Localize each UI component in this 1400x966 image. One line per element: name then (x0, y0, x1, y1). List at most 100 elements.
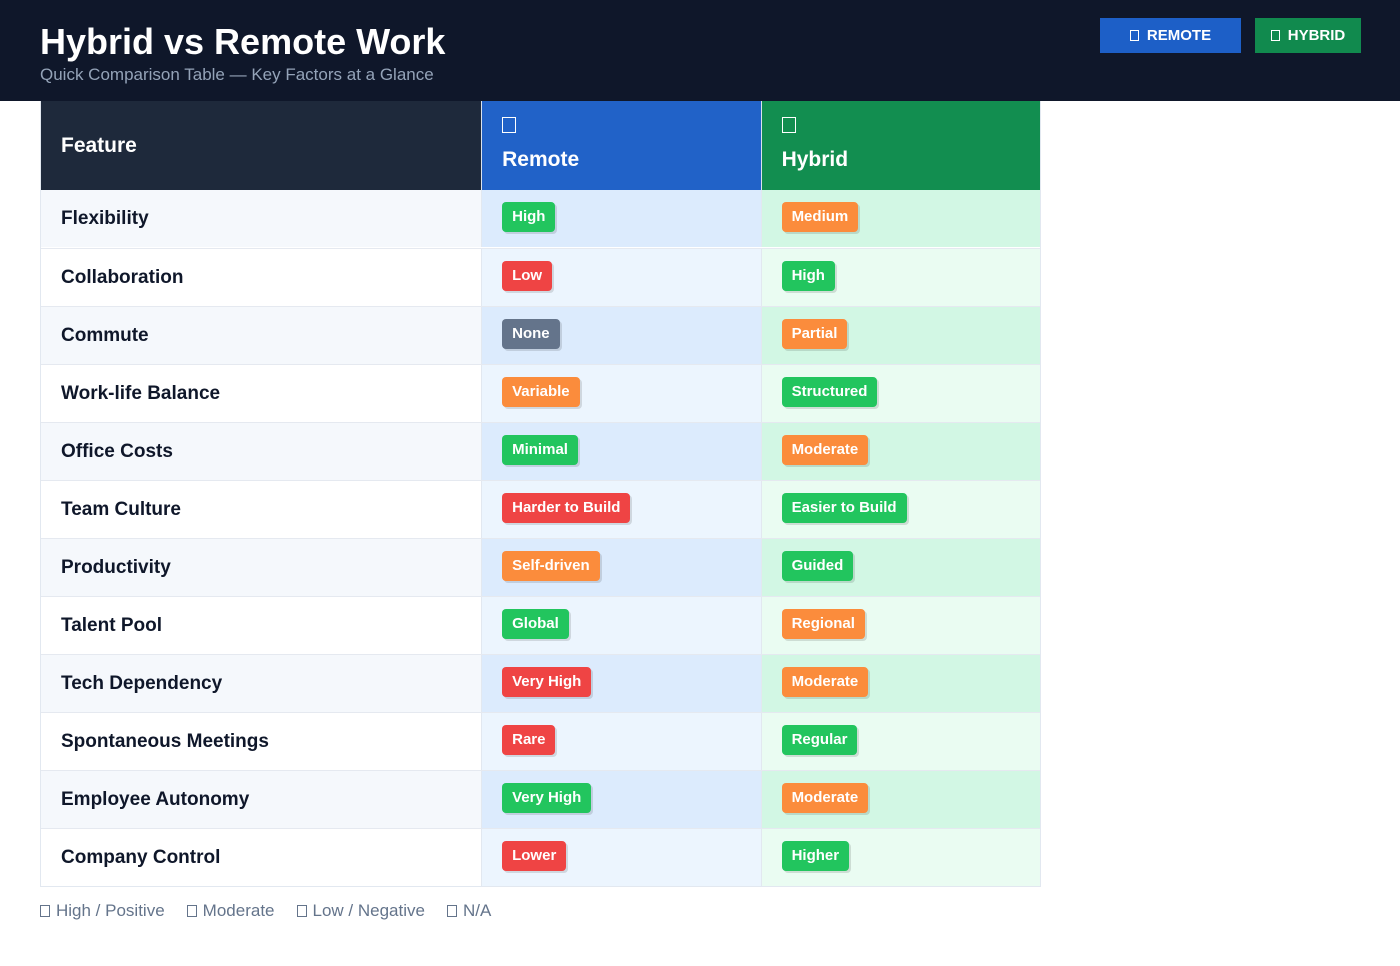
feature-label: Employee Autonomy (61, 788, 250, 810)
remote-rating-badge: Lower (502, 840, 567, 871)
hybrid-cell: Medium (760, 190, 1041, 247)
positive-icon (40, 905, 50, 917)
remote-cell: Minimal (481, 423, 761, 480)
feature-cell: Flexibility (41, 190, 482, 247)
hybrid-icon (1270, 30, 1280, 41)
na-icon (446, 905, 457, 917)
table-row: Talent Pool Global Regional (41, 596, 1041, 654)
hybrid-rating-badge: Regular (781, 724, 858, 755)
feature-cell: Employee Autonomy (41, 771, 482, 828)
remote-cell: Very High (481, 655, 761, 712)
table-row: Productivity Self-driven Guided (41, 538, 1041, 596)
legend-label: Moderate (202, 901, 275, 920)
feature-cell: Productivity (41, 539, 482, 596)
feature-cell: Collaboration (41, 249, 482, 306)
hybrid-rating-badge: Guided (781, 550, 854, 581)
remote-rating-badge: Rare (502, 724, 556, 755)
hybrid-rating-badge: Higher (781, 840, 850, 871)
feature-label: Productivity (61, 556, 171, 578)
feature-label: Talent Pool (61, 614, 162, 636)
feature-label: Company Control (61, 846, 221, 868)
table-row: Collaboration Low High (41, 248, 1041, 306)
feature-label: Spontaneous Meetings (61, 730, 269, 752)
remote-cell: Harder to Build (481, 481, 761, 538)
feature-cell: Tech Dependency (41, 655, 482, 712)
hybrid-rating-badge: Moderate (781, 434, 869, 465)
feature-cell: Work-life Balance (41, 365, 482, 422)
legend-label: High / Positive (56, 901, 165, 920)
hybrid-cell: Partial (760, 307, 1041, 364)
table-row: Spontaneous Meetings Rare Regular (41, 712, 1041, 770)
feature-label: Team Culture (61, 498, 182, 520)
feature-cell: Talent Pool (41, 597, 482, 654)
feature-label: Tech Dependency (61, 672, 223, 694)
hybrid-button-label: HYBRID (1287, 27, 1346, 44)
remote-rating-badge: High (502, 201, 556, 232)
feature-cell: Office Costs (41, 423, 482, 480)
feature-label: Flexibility (61, 207, 149, 229)
remote-column-icon (502, 117, 517, 133)
hybrid-rating-badge: Partial (781, 318, 848, 349)
column-header-hybrid-label: Hybrid (781, 148, 849, 171)
hybrid-cell: Easier to Build (760, 481, 1041, 538)
remote-rating-badge: Harder to Build (502, 492, 631, 523)
remote-cell: Variable (481, 365, 761, 422)
hybrid-rating-badge: Moderate (781, 782, 869, 813)
remote-cell: Lower (481, 829, 761, 886)
comparison-table: Feature Remote Hybrid Flexibility High Med… (40, 101, 1041, 887)
remote-cell: Rare (481, 713, 761, 770)
hybrid-cell: Higher (760, 829, 1041, 886)
negative-icon (296, 905, 307, 917)
hybrid-cell: High (760, 249, 1041, 306)
hybrid-cell: Moderate (760, 771, 1041, 828)
remote-cell: None (481, 307, 761, 364)
table-row: Office Costs Minimal Moderate (41, 422, 1041, 480)
hybrid-cell: Guided (760, 539, 1041, 596)
column-header-remote: Remote (481, 101, 761, 190)
feature-label: Work-life Balance (61, 382, 221, 404)
feature-label: Collaboration (61, 266, 184, 288)
remote-rating-badge: Low (502, 260, 553, 291)
remote-rating-badge: Very High (502, 782, 592, 813)
hybrid-rating-badge: Medium (781, 201, 859, 232)
legend-item: Low / Negative (296, 900, 425, 922)
table-row: Team Culture Harder to Build Easier to Bui… (41, 480, 1041, 538)
legend-label: Low / Negative (312, 901, 425, 920)
table-row: Flexibility High Medium (41, 190, 1041, 248)
remote-button[interactable]: REMOTE (1100, 18, 1241, 53)
column-header-hybrid: Hybrid (760, 101, 1041, 190)
table-row: Work-life Balance Variable Structured (41, 364, 1041, 422)
table-row: Company Control Lower Higher (41, 828, 1041, 886)
hybrid-rating-badge: Regional (781, 608, 865, 639)
remote-cell: High (481, 190, 761, 247)
remote-rating-badge: Global (502, 608, 569, 639)
column-header-feature-label: Feature (61, 133, 137, 157)
hybrid-rating-badge: High (781, 260, 835, 291)
page-header: Hybrid vs Remote Work Quick Comparison T… (0, 0, 1400, 101)
feature-cell: Company Control (41, 829, 482, 886)
hybrid-column-icon (781, 117, 796, 133)
hybrid-rating-badge: Moderate (781, 666, 869, 697)
remote-cell: Global (481, 597, 761, 654)
table-row: Commute None Partial (41, 306, 1041, 364)
hybrid-cell: Moderate (760, 423, 1041, 480)
legend-item: Moderate (186, 900, 275, 922)
moderate-icon (186, 905, 197, 917)
hybrid-cell: Regional (760, 597, 1041, 654)
hybrid-cell: Moderate (760, 655, 1041, 712)
table-row: Employee Autonomy Very High Moderate (41, 770, 1041, 828)
feature-cell: Commute (41, 307, 482, 364)
hybrid-button[interactable]: HYBRID (1255, 18, 1361, 53)
remote-cell: Very High (481, 771, 761, 828)
hybrid-cell: Structured (760, 365, 1041, 422)
feature-label: Office Costs (61, 440, 173, 462)
remote-rating-badge: None (502, 318, 560, 349)
column-header-remote-label: Remote (502, 148, 580, 171)
remote-cell: Low (481, 249, 761, 306)
hybrid-rating-badge: Structured (781, 376, 878, 407)
feature-cell: Team Culture (41, 481, 482, 538)
remote-rating-badge: Variable (502, 376, 580, 407)
legend: High / Positive Moderate Low / Negative N/A (40, 900, 491, 922)
column-header-feature: Feature (41, 101, 482, 190)
remote-rating-badge: Self-driven (502, 550, 600, 581)
